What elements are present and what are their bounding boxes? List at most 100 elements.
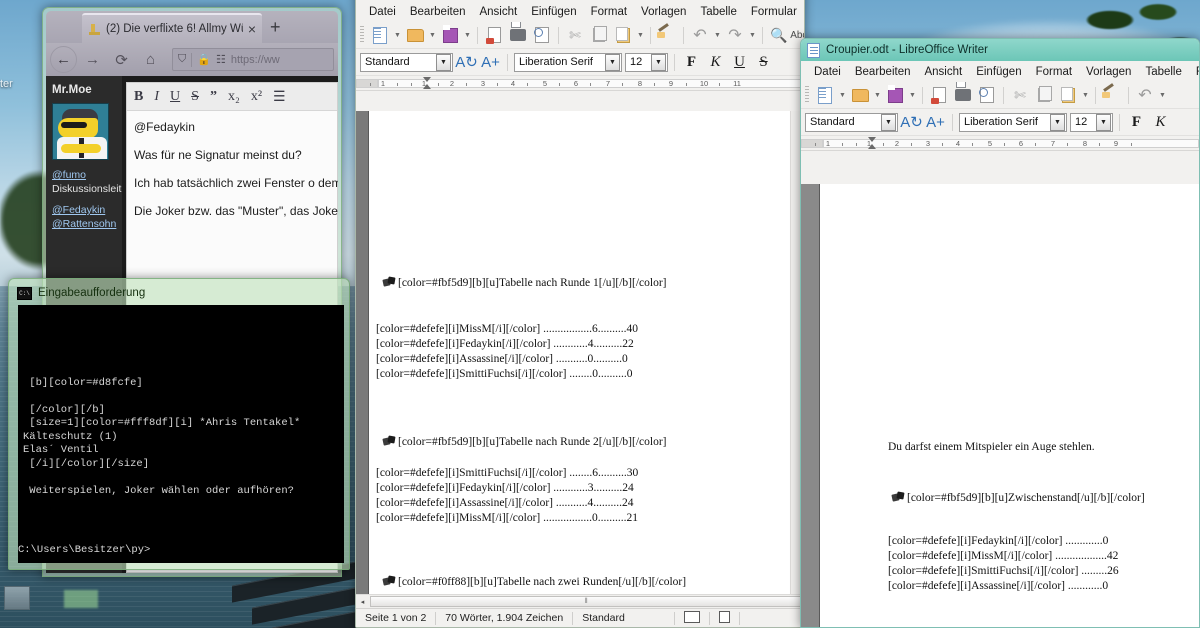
font-name-combo[interactable]: Liberation Serif ▼ [959,112,1067,132]
close-icon[interactable]: × [248,21,256,37]
font-size-combo[interactable]: 12 ▼ [1070,112,1113,132]
new-style-icon[interactable]: A+ [480,52,501,73]
print-preview-icon[interactable] [531,24,553,46]
quote-icon[interactable]: ” [210,89,217,105]
chevron-down-icon[interactable]: ▼ [463,32,472,39]
menu-ansicht[interactable]: Ansicht [917,64,969,80]
strikethrough-icon[interactable]: S [191,89,199,105]
update-style-icon[interactable]: A↻ [455,52,478,73]
permissions-icon[interactable]: ☷ [216,53,226,66]
command-prompt-titlebar[interactable]: C:\ Eingabeaufforderung [12,282,346,304]
chevron-down-icon[interactable]: ▼ [1158,92,1167,99]
redo-icon[interactable]: ↷ [724,24,746,46]
font-name-combo[interactable]: Liberation Serif ▼ [514,52,622,72]
font-size-combo[interactable]: 12 ▼ [625,52,668,72]
menu-format[interactable]: Format [1029,64,1079,80]
chevron-down-icon[interactable]: ▼ [1081,92,1090,99]
menu-einfuegen[interactable]: Einfügen [524,4,583,20]
find-replace-icon[interactable]: 🔍 [768,24,790,46]
new-style-icon[interactable]: A+ [925,112,946,133]
indent-marker[interactable] [423,77,432,89]
italic-button[interactable]: K [1150,112,1171,133]
save-status-icon[interactable] [710,610,739,626]
chevron-down-icon[interactable]: ▼ [713,32,722,39]
new-document-icon[interactable] [369,24,391,46]
desktop-icon[interactable] [4,586,30,610]
menu-tabelle[interactable]: Tabelle [1138,64,1188,80]
cut-icon[interactable]: ✄ [564,24,586,46]
status-word-count[interactable]: 70 Wörter, 1.904 Zeichen [436,612,572,624]
post-editor-body[interactable]: @Fedaykin Was für ne Signatur meinst du?… [127,111,338,239]
bold-button[interactable]: F [1126,112,1147,133]
clone-formatting-icon[interactable] [1101,84,1123,106]
back-icon[interactable]: ← [50,46,77,73]
scroll-left-icon[interactable]: ◂ [356,595,369,608]
menu-datei[interactable]: Datei [807,64,848,80]
toolbar-grip[interactable] [805,86,809,104]
undo-icon[interactable]: ↶ [689,24,711,46]
mention-link-fedaykin[interactable]: @Fedaykin [52,204,116,216]
print-preview-icon[interactable] [976,84,998,106]
chevron-down-icon[interactable]: ▼ [605,53,620,71]
strikethrough-button[interactable]: S [753,52,774,73]
menu-einfuegen[interactable]: Einfügen [969,64,1028,80]
chevron-down-icon[interactable]: ▼ [873,92,882,99]
chevron-down-icon[interactable]: ▼ [838,92,847,99]
underline-button[interactable]: U [729,52,750,73]
italic-icon[interactable]: I [154,89,159,105]
chevron-down-icon[interactable]: ▼ [908,92,917,99]
open-icon[interactable] [849,84,871,106]
chevron-down-icon[interactable]: ▼ [436,53,451,71]
menu-ansicht[interactable]: Ansicht [472,4,524,20]
scrollbar-thumb[interactable]: ⦀ [370,596,803,607]
horizontal-ruler-center[interactable]: L 1 1 2 3 4 5 6 7 8 9 10 11 [356,76,804,91]
copy-icon[interactable] [1033,84,1055,106]
horizontal-scrollbar-center[interactable]: ◂ ⦀ [356,594,804,608]
browser-tab[interactable]: (2) Die verflixte 6! Allmy Würfel × [82,13,262,43]
paste-icon[interactable] [1057,84,1079,106]
mention-link-fumo[interactable]: @fumo [52,169,116,181]
shield-icon[interactable]: ⛉ [178,53,186,66]
update-style-icon[interactable]: A↻ [900,112,923,133]
clone-formatting-icon[interactable] [656,24,678,46]
status-page[interactable]: Seite 1 von 2 [356,612,435,624]
bold-icon[interactable]: B [134,89,143,105]
copy-icon[interactable] [588,24,610,46]
open-icon[interactable] [404,24,426,46]
document-canvas-center[interactable]: [color=#fbf5d9][b][u]Tabelle nach Runde … [356,111,790,594]
save-icon[interactable] [884,84,906,106]
menu-format[interactable]: Format [584,4,634,20]
title-bar-right[interactable]: Croupier.odt - LibreOffice Writer [801,39,1199,61]
print-icon[interactable] [507,24,529,46]
menu-tabelle[interactable]: Tabelle [693,4,743,20]
paragraph-style-combo[interactable]: Standard ▼ [805,112,898,132]
console-output[interactable]: [b][color=#d8fcfe] [/color][/b] [size=1]… [18,305,344,563]
menu-vorlagen[interactable]: Vorlagen [1079,64,1138,80]
horizontal-ruler-right[interactable]: L 1 1 2 3 4 5 6 7 8 9 [801,136,1199,151]
home-icon[interactable]: ⌂ [137,46,164,73]
reload-icon[interactable]: ⟳ [108,46,135,73]
superscript-icon[interactable]: x² [251,89,262,105]
chevron-down-icon[interactable]: ▼ [881,113,896,131]
chevron-down-icon[interactable]: ▼ [1096,113,1111,131]
chevron-down-icon[interactable]: ▼ [651,53,666,71]
menu-bearbeiten[interactable]: Bearbeiten [403,4,473,20]
document-canvas-right[interactable]: Du darfst einem Mitspieler ein Auge steh… [801,184,1199,627]
writer-window-center[interactable]: Datei Bearbeiten Ansicht Einfügen Format… [355,0,805,628]
chevron-down-icon[interactable]: ▼ [1050,113,1065,131]
menu-formular[interactable]: Formular [744,4,804,20]
save-icon[interactable] [439,24,461,46]
align-icon[interactable]: ☰ [273,88,286,105]
new-document-icon[interactable] [814,84,836,106]
view-layout-icon[interactable] [675,610,709,626]
print-icon[interactable] [952,84,974,106]
forward-icon[interactable]: → [79,46,106,73]
toolbar-grip[interactable] [360,26,364,44]
menu-vorlagen[interactable]: Vorlagen [634,4,693,20]
writer-window-right[interactable]: Croupier.odt - LibreOffice Writer Datei … [800,38,1200,628]
export-pdf-icon[interactable] [928,84,950,106]
cut-icon[interactable]: ✄ [1009,84,1031,106]
italic-button[interactable]: K [705,52,726,73]
paste-icon[interactable] [612,24,634,46]
status-paragraph-style[interactable]: Standard [573,612,634,624]
